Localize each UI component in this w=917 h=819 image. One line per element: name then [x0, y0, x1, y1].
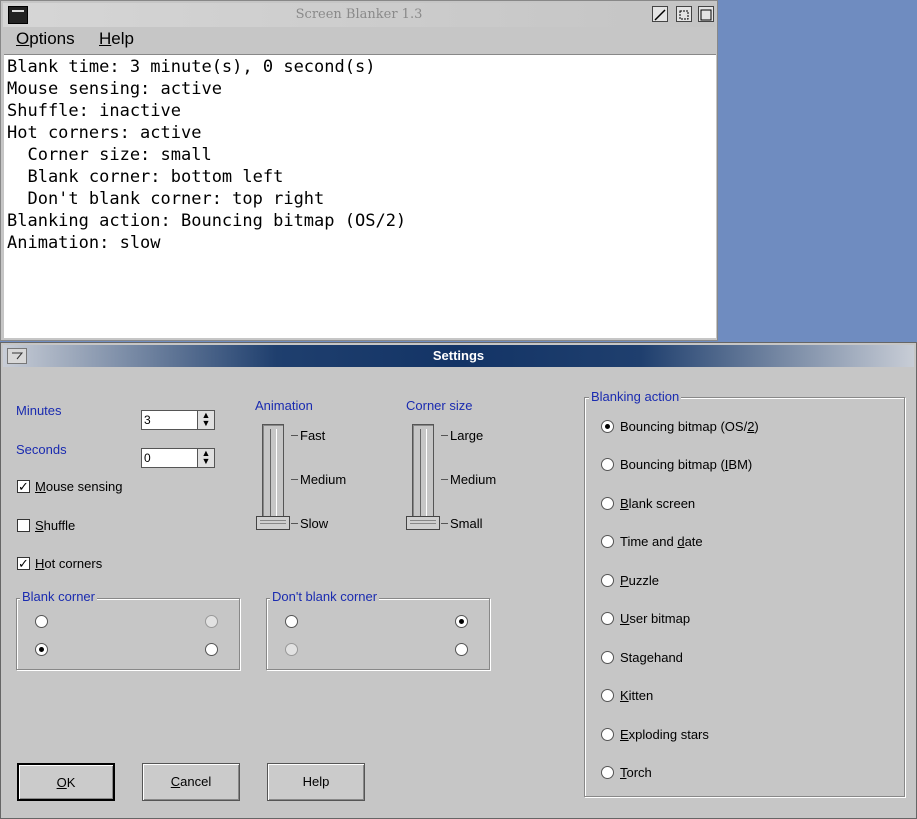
blank-corner-bottom-left[interactable]: [35, 643, 48, 656]
blanking-option-label: Torch: [620, 765, 652, 780]
mouse-sensing-label: Mouse sensing: [35, 479, 123, 494]
blanking-option-torch[interactable]: [601, 766, 614, 779]
animation-slider[interactable]: [262, 424, 284, 530]
menu-bar: Options Help: [3, 27, 715, 53]
shuffle-label: Shuffle: [35, 518, 76, 533]
dont-blank-corner-bottom-left[interactable]: [285, 643, 298, 656]
settings-dialog: Settings Minutes 3 ▲ ▼ Seconds 0 ▲ ▼ ✓ Mou…: [0, 342, 917, 819]
corner-size-tick-medium: Medium: [450, 472, 497, 487]
blanking-option-label: Time and date: [620, 534, 703, 549]
corner-size-slider-thumb[interactable]: [406, 516, 440, 530]
hot-corners-label: Hot corners: [35, 556, 103, 571]
slider-tick: [291, 479, 298, 480]
blanking-option-label: Kitten: [620, 688, 654, 703]
blanking-option-blank-screen[interactable]: [601, 497, 614, 510]
dont-blank-corner-top-right[interactable]: [455, 615, 468, 628]
status-line: Animation: slow: [7, 233, 161, 253]
blanking-option-label: Stagehand: [620, 650, 683, 665]
seconds-value: 0: [144, 451, 151, 465]
blanking-option-label: Bouncing bitmap (OS/2): [620, 419, 759, 434]
seconds-label: Seconds: [16, 442, 67, 457]
blank-corner-group-title: Blank corner: [20, 589, 97, 604]
blanking-option-exploding-stars[interactable]: [601, 728, 614, 741]
blanking-option-label: Blank screen: [620, 496, 696, 511]
slider-tick: [291, 523, 298, 524]
status-line: Blank corner: bottom left: [7, 167, 284, 187]
corner-size-tick-small: Small: [450, 516, 483, 531]
slider-tick: [441, 479, 448, 480]
dialog-title: Settings: [432, 348, 485, 363]
restore-icon[interactable]: [676, 6, 692, 22]
minimize-icon[interactable]: [652, 6, 668, 22]
minutes-spinner[interactable]: 3 ▲ ▼: [141, 410, 215, 430]
status-line: Shuffle: inactive: [7, 101, 181, 121]
menu-options[interactable]: Options: [16, 29, 75, 49]
blank-corner-top-left[interactable]: [35, 615, 48, 628]
main-window: Screen Blanker 1.3 Options Help Blank ti…: [0, 0, 718, 341]
dont-blank-corner-bottom-right[interactable]: [455, 643, 468, 656]
animation-tick-fast: Fast: [300, 428, 326, 443]
corner-size-tick-large: Large: [450, 428, 484, 443]
slider-tick: [441, 435, 448, 436]
settings-titlebar[interactable]: Settings: [3, 345, 914, 367]
minutes-value: 3: [144, 413, 151, 427]
dont-blank-corner-top-left[interactable]: [285, 615, 298, 628]
blank-corner-top-right[interactable]: [205, 615, 218, 628]
seconds-spinner[interactable]: 0 ▲ ▼: [141, 448, 215, 468]
slider-tick: [291, 435, 298, 436]
corner-size-label: Corner size: [406, 398, 473, 413]
blanking-option-time-and-date[interactable]: [601, 535, 614, 548]
maximize-icon[interactable]: [698, 6, 714, 22]
animation-slider-thumb[interactable]: [256, 516, 290, 530]
shuffle-checkbox[interactable]: [17, 519, 30, 532]
blank-corner-bottom-right[interactable]: [205, 643, 218, 656]
animation-label: Animation: [255, 398, 313, 413]
status-line: Hot corners: active: [7, 123, 202, 143]
blank-corner-group: [16, 598, 240, 670]
animation-tick-slow: Slow: [300, 516, 329, 531]
spin-arrows-icon[interactable]: ▲ ▼: [197, 449, 214, 467]
blanking-option-puzzle[interactable]: [601, 574, 614, 587]
ok-button[interactable]: OK: [17, 763, 115, 801]
slider-tick: [441, 523, 448, 524]
blanking-option-label: Bouncing bitmap (IBM): [620, 457, 753, 472]
window-title: Screen Blanker 1.3: [295, 7, 423, 22]
hot-corners-checkbox[interactable]: ✓: [17, 557, 30, 570]
minutes-label: Minutes: [16, 403, 62, 418]
status-line: Blank time: 3 minute(s), 0 second(s): [7, 57, 376, 77]
menu-help[interactable]: Help: [99, 29, 134, 49]
blanking-option-label: Exploding stars: [620, 727, 709, 742]
help-button[interactable]: Help: [267, 763, 365, 801]
cancel-button[interactable]: Cancel: [142, 763, 240, 801]
blanking-option-ibm-bitmap[interactable]: [601, 458, 614, 471]
blanking-option-os2-bitmap[interactable]: [601, 420, 614, 433]
status-text-area: Blank time: 3 minute(s), 0 second(s) Mou…: [4, 54, 716, 338]
blanking-option-user-bitmap[interactable]: [601, 612, 614, 625]
blanking-option-label: User bitmap: [620, 611, 691, 626]
main-titlebar[interactable]: Screen Blanker 1.3: [3, 3, 715, 27]
status-line: Corner size: small: [7, 145, 212, 165]
status-line: Mouse sensing: active: [7, 79, 222, 99]
corner-size-slider[interactable]: [412, 424, 434, 530]
blanking-option-label: Puzzle: [620, 573, 660, 588]
animation-tick-medium: Medium: [300, 472, 347, 487]
dont-blank-corner-group-title: Don't blank corner: [270, 589, 380, 604]
status-line: Blanking action: Bouncing bitmap (OS/2): [7, 211, 407, 231]
status-line: Don't blank corner: top right: [7, 189, 325, 209]
spin-arrows-icon[interactable]: ▲ ▼: [197, 411, 214, 429]
blanking-option-kitten[interactable]: [601, 689, 614, 702]
blanking-option-stagehand[interactable]: [601, 651, 614, 664]
dont-blank-corner-group: [266, 598, 490, 670]
blanking-action-group-title: Blanking action: [589, 389, 682, 404]
mouse-sensing-checkbox[interactable]: ✓: [17, 480, 30, 493]
